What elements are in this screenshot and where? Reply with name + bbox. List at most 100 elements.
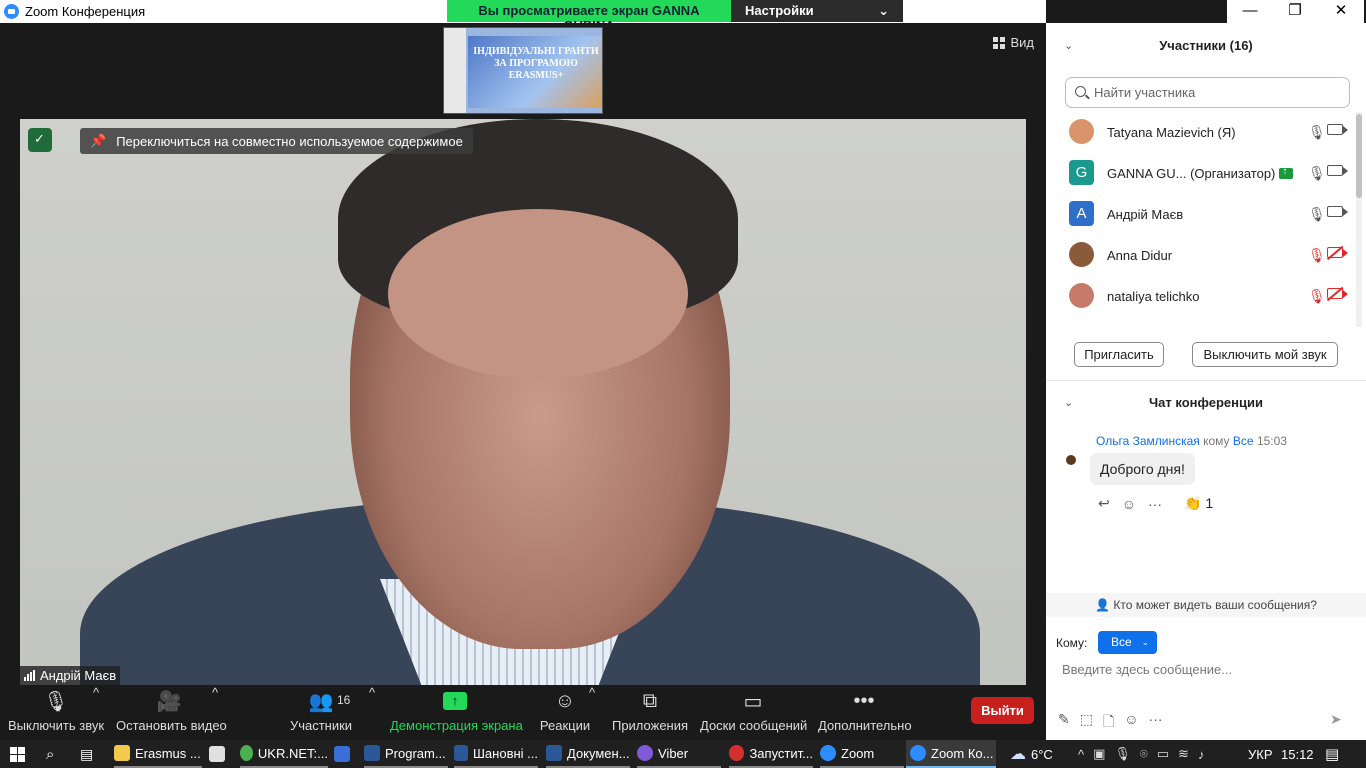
view-settings-button[interactable]: Настройки просмотра ⌄ [731,0,903,33]
participant-name: Андрій Маєв [1107,207,1184,222]
participant-row[interactable]: nataliya telichko 🎙 [1046,276,1354,317]
emoji-icon[interactable]: ☺ [1124,711,1138,735]
mute-label: Выключить звук [8,718,105,733]
security-shield-icon[interactable] [28,128,52,152]
restore-button[interactable]: ❐ [1272,0,1318,23]
message-to-word: кому [1203,434,1230,448]
taskbar-item-store[interactable] [209,740,231,768]
who-can-see-messages-link[interactable]: 👤 Кто может видеть ваши сообщения? [1046,593,1366,617]
reactions-icon: ☺ [554,689,576,712]
participant-name: Tatyana Mazievich (Я) [1107,125,1236,140]
microphone-icon[interactable]: 🎙 [1114,746,1131,762]
microphone-muted-icon[interactable]: 🎙 [1308,247,1326,264]
word-icon [364,745,380,761]
clap-reaction[interactable]: 👏 1 [1184,495,1213,512]
microphone-icon[interactable]: 🎙 [1308,206,1326,223]
search-icon[interactable]: ⌕ [46,740,54,768]
clock[interactable]: 15:12 [1281,740,1314,768]
volume-icon[interactable]: ♪ [1198,747,1205,762]
participants-options-caret-icon[interactable]: ^ [369,685,375,740]
participants-scrollbar[interactable] [1356,112,1362,327]
taskbar-item-word-1[interactable]: Program... [364,740,448,768]
leave-button[interactable]: Выйти [971,697,1034,724]
camera-icon[interactable] [1327,206,1348,217]
reactions-button[interactable]: ☺ Реакции [538,685,592,740]
keyboard-language[interactable]: УКР [1248,740,1273,768]
taskbar-item-explorer[interactable]: Erasmus ... [114,740,202,768]
reply-icon[interactable]: ↩ [1098,495,1110,512]
to-label: Кому: [1056,636,1088,650]
microphone-icon[interactable]: 🎙 [1308,165,1326,182]
more-dots-icon: ••• [853,689,875,712]
weather-widget[interactable]: ☁ 6°C [1010,740,1053,768]
share-screen-button[interactable]: ↑ Демонстрация экрана [390,685,523,740]
message-sender[interactable]: Ольга Замлинская [1096,434,1200,448]
recipient-select[interactable]: Все ⌄ [1098,631,1157,654]
close-button[interactable]: ✕ [1318,0,1364,23]
taskbar-item-word-3[interactable]: Докумен... [546,740,630,768]
message-recipient: Все [1232,434,1254,448]
task-view-icon[interactable]: ▤ [80,740,93,768]
participant-search-input[interactable]: Найти участника [1065,77,1350,108]
speaker-video[interactable]: 📌 Переключиться на совместно используемо… [20,119,1026,685]
chat-message-input[interactable] [1062,662,1352,677]
pin-icon: 📌 [90,133,107,148]
more-button[interactable]: ••• Дополнительно [818,685,912,740]
add-reaction-icon[interactable]: ☺ [1122,496,1136,512]
invite-button[interactable]: Пригласить [1074,342,1164,367]
window-title: Zoom Конференция [25,4,146,19]
minimize-button[interactable]: — [1227,0,1273,23]
file-icon[interactable]: 🗋 [1103,711,1114,735]
apps-button[interactable]: ⧉ Приложения [610,685,690,740]
send-icon[interactable]: ➤ [1330,711,1342,728]
screenshot-icon[interactable]: ⬚ [1080,711,1093,735]
share-screen-icon: ↑ [443,692,467,710]
person-icon: 👤 [1095,598,1111,612]
chat-tools: ✎ ⬚ 🗋 ☺ ··· [1058,711,1163,735]
camera-off-icon[interactable] [1327,124,1348,135]
more-icon[interactable]: ··· [1149,711,1163,735]
taskbar-item-zoom-meeting[interactable]: Zoom Ко... [906,740,996,768]
participant-row[interactable]: Anna Didur 🎙 [1046,235,1354,276]
participants-label: Участники [289,718,353,733]
view-label: Вид [1010,35,1034,50]
stop-video-button[interactable]: 🎥 Остановить видео [116,685,227,740]
participant-row[interactable]: Tatyana Mazievich (Я) 🎙 [1046,112,1354,153]
apps-icon: ⧉ [642,689,658,712]
shared-screen-thumbnail[interactable]: ІНДИВІДУАЛЬНІ ГРАНТИ ЗА ПРОГРАМОЮ ERASMU… [443,27,603,114]
chat-message[interactable]: Доброго дня! [1090,453,1195,485]
chevron-down-icon: ⌄ [878,3,889,18]
more-options-icon[interactable]: ··· [1148,496,1162,512]
sharing-screen-icon [1279,166,1294,179]
taskbar-item-word-2[interactable]: Шановні ... [454,740,538,768]
wifi-icon[interactable]: ≋ [1178,746,1189,762]
format-icon[interactable]: ✎ [1058,711,1070,735]
participant-row[interactable]: А Андрій Маєв 🎙 [1046,194,1354,235]
battery-icon[interactable]: ▭ [1157,746,1169,762]
mute-button[interactable]: 🎙 Выключить звук [8,685,104,740]
webcam-icon[interactable]: ⌾ [1140,746,1148,762]
view-button[interactable]: Вид [993,35,1034,50]
taskbar-item-zoom[interactable]: Zoom [820,740,904,768]
speaker-name-tag: Андрій Маєв [20,666,121,685]
microphone-icon[interactable]: 🎙 [1308,124,1326,141]
whiteboards-button[interactable]: ▭ Доски сообщений [700,685,807,740]
taskbar-item-app[interactable] [334,740,356,768]
taskbar-item-chrome[interactable]: UKR.NET:... [240,740,328,768]
notifications-icon[interactable]: ▤ [1325,740,1339,768]
mute-me-button[interactable]: Выключить мой звук [1192,342,1338,367]
taskbar-item-viber[interactable]: Viber [637,740,721,768]
microphone-muted-icon[interactable]: 🎙 [1308,288,1326,305]
participant-row[interactable]: G GANNA GU... (Организатор) 🎙 [1046,153,1354,194]
audio-options-caret-icon[interactable]: ^ [93,685,99,740]
camera-icon[interactable] [1327,165,1348,176]
switch-to-shared-content[interactable]: 📌 Переключиться на совместно используемо… [80,128,473,154]
taskbar-item-opera[interactable]: Запустит... [729,740,813,768]
message-time: 15:03 [1256,434,1287,448]
chevron-up-icon[interactable]: ^ [1078,747,1084,762]
tray-app-icon[interactable]: ▣ [1093,746,1105,762]
video-options-caret-icon[interactable]: ^ [212,685,218,740]
windows-start-icon[interactable] [10,747,25,762]
clap-icon: 👏 [1184,495,1202,511]
reactions-options-caret-icon[interactable]: ^ [589,685,595,740]
